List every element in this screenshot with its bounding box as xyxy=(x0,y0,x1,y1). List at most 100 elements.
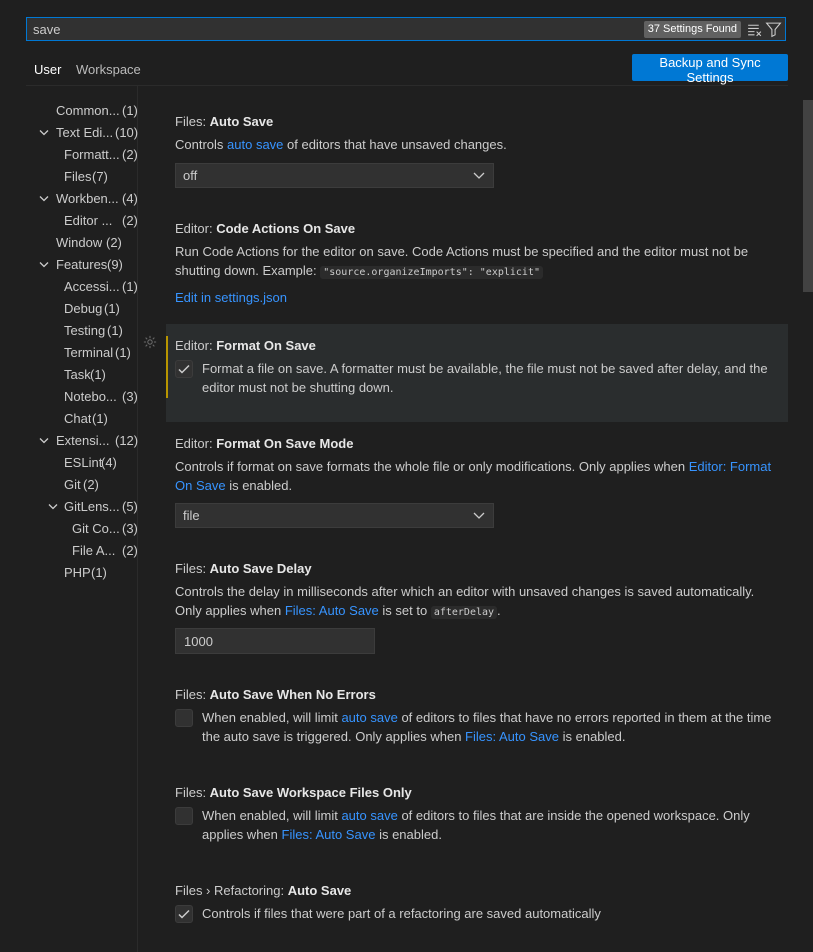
modified-indicator xyxy=(166,336,168,398)
toc-item[interactable]: Editor ... (2) xyxy=(0,210,138,232)
toc-item-count: (1) xyxy=(92,411,108,426)
auto-save-value: off xyxy=(183,168,198,183)
toc-item-count: (1) xyxy=(122,279,138,294)
tab-workspace[interactable]: Workspace xyxy=(76,62,141,77)
toc-item[interactable]: Text Edi... (10) xyxy=(0,122,138,144)
setting-title: Files › Refactoring: Auto Save xyxy=(175,883,352,898)
auto-save-link[interactable]: auto save xyxy=(341,808,397,823)
chevron-down-icon[interactable] xyxy=(48,503,58,511)
toc-item[interactable]: Extensi... (12) xyxy=(0,430,138,452)
toc-item-count: (1) xyxy=(91,565,107,580)
setting-format-on-save-mode: Editor: Format On Save Mode Controls if … xyxy=(166,426,788,536)
setting-description: Controls if files that were part of a re… xyxy=(202,906,601,921)
toc-item[interactable]: Window (2) xyxy=(0,232,137,254)
auto-save-delay-input[interactable]: 1000 xyxy=(175,628,375,654)
setting-description: When enabled, will limit auto save of ed… xyxy=(202,808,750,842)
toc-item-label: Task xyxy=(64,367,91,382)
search-input[interactable]: save xyxy=(33,22,60,37)
settings-found-badge: 37 Settings Found xyxy=(643,21,741,38)
toc-item-count: (1) xyxy=(107,323,123,338)
toc-item-count: (4) xyxy=(101,455,117,470)
format-on-save-mode-dropdown[interactable]: file xyxy=(175,503,494,528)
setting-title: Files: Auto Save Workspace Files Only xyxy=(175,785,412,800)
toc-item[interactable]: Chat (1) xyxy=(0,408,137,430)
setting-auto-save-workspace-files-only: Files: Auto Save Workspace Files Only Wh… xyxy=(166,775,788,865)
chevron-down-icon[interactable] xyxy=(39,437,49,445)
toc-item-count: (9) xyxy=(107,257,123,272)
toc-item[interactable]: Testing (1) xyxy=(0,320,137,342)
auto-save-workspace-checkbox[interactable] xyxy=(175,807,193,825)
chevron-down-icon[interactable] xyxy=(39,195,49,203)
edit-in-settings-json-link[interactable]: Edit in settings.json xyxy=(175,288,287,307)
toc-item[interactable]: File A... (2) xyxy=(0,540,138,562)
auto-save-link[interactable]: auto save xyxy=(341,710,397,725)
toc-item[interactable]: Common... (1) xyxy=(0,100,138,122)
filter-icon[interactable] xyxy=(765,21,782,38)
setting-description: Run Code Actions for the editor on save.… xyxy=(175,244,749,279)
setting-gear-icon[interactable] xyxy=(143,335,157,349)
toc-item-label: Chat xyxy=(64,411,92,426)
clear-filter-icon[interactable] xyxy=(746,21,763,38)
tab-user[interactable]: User xyxy=(34,62,61,77)
toc-item-count: (3) xyxy=(122,521,138,536)
auto-save-dropdown[interactable]: off xyxy=(175,163,494,188)
toc-item[interactable]: Git Co... (3) xyxy=(0,518,138,540)
toc-item-label: Terminal xyxy=(64,345,114,360)
chevron-down-icon xyxy=(473,512,485,519)
search-settings-box[interactable]: save 37 Settings Found xyxy=(26,17,786,41)
toc-item-label: Formatt... xyxy=(64,147,120,162)
setting-auto-save-when-no-errors: Files: Auto Save When No Errors When ena… xyxy=(166,677,788,767)
files-auto-save-link[interactable]: Files: Auto Save xyxy=(465,729,559,744)
toc-item[interactable]: Git (2) xyxy=(0,474,137,496)
setting-title: Editor: Format On Save Mode xyxy=(175,436,354,451)
scrollbar-thumb[interactable] xyxy=(803,100,813,292)
toc-item[interactable]: GitLens... (5) xyxy=(0,496,138,518)
toc-item[interactable]: Accessi... (1) xyxy=(0,276,138,298)
toc-item-count: (1) xyxy=(90,367,106,382)
toc-item-count: (2) xyxy=(83,477,99,492)
toc-item-label: Window xyxy=(56,235,103,250)
toc-item[interactable]: Task (1) xyxy=(0,364,137,386)
toc-item[interactable]: PHP (1) xyxy=(0,562,137,584)
setting-description: When enabled, will limit auto save of ed… xyxy=(202,710,772,744)
toc-item-label: Features xyxy=(56,257,108,272)
files-auto-save-link[interactable]: Files: Auto Save xyxy=(282,827,376,842)
toc-item-count: (2) xyxy=(106,235,122,250)
toc-item[interactable]: Formatt... (2) xyxy=(0,144,138,166)
setting-title: Editor: Format On Save xyxy=(175,338,316,353)
toc-item-label: Debug xyxy=(64,301,103,316)
toc-item[interactable]: Notebo... (3) xyxy=(0,386,138,408)
toc-item-label: File A... xyxy=(72,543,116,558)
setting-files-auto-save: Files: Auto Save Controls auto save of e… xyxy=(166,104,788,204)
auto-save-link[interactable]: auto save xyxy=(227,137,283,152)
toc-item-label: Workben... xyxy=(56,191,119,206)
backup-and-sync-button[interactable]: Backup and Sync Settings xyxy=(632,54,788,85)
toc-item[interactable]: Debug (1) xyxy=(0,298,137,320)
setting-auto-save-delay: Files: Auto Save Delay Controls the dela… xyxy=(166,551,788,661)
chevron-down-icon[interactable] xyxy=(39,129,49,137)
toc-item-count: (4) xyxy=(122,191,138,206)
files-auto-save-link[interactable]: Files: Auto Save xyxy=(285,603,379,618)
toc-item[interactable]: Features (9) xyxy=(0,254,137,276)
code-after-delay: afterDelay xyxy=(430,606,498,619)
code-example: "source.organizeImports": "explicit" xyxy=(320,266,543,279)
checkmark-icon xyxy=(178,909,190,919)
setting-description: Format a file on save. A formatter must … xyxy=(202,361,768,395)
toc-item[interactable]: Workben... (4) xyxy=(0,188,138,210)
toc-item-count: (1) xyxy=(115,345,131,360)
format-mode-value: file xyxy=(183,508,200,523)
format-on-save-checkbox[interactable] xyxy=(175,360,193,378)
auto-save-no-errors-checkbox[interactable] xyxy=(175,709,193,727)
toc-item-count: (1) xyxy=(104,301,120,316)
toc-item[interactable]: Files (7) xyxy=(0,166,137,188)
window-top xyxy=(0,0,813,10)
chevron-down-icon[interactable] xyxy=(39,261,49,269)
toc-item-count: (2) xyxy=(122,213,138,228)
toc-item[interactable]: Terminal (1) xyxy=(0,342,137,364)
toc-item[interactable]: ESLint (4) xyxy=(0,452,137,474)
toc-item-label: GitLens... xyxy=(64,499,120,514)
setting-description: Controls the delay in milliseconds after… xyxy=(175,584,755,619)
refactoring-auto-save-checkbox[interactable] xyxy=(175,905,193,923)
toc-item-count: (7) xyxy=(92,169,108,184)
setting-title: Files: Auto Save Delay xyxy=(175,561,312,576)
